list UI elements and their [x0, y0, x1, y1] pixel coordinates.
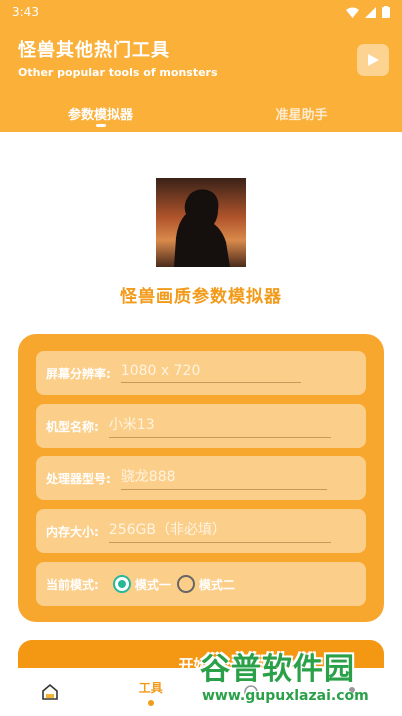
memory-row: 内存大小: 256GB（非必填） [36, 509, 366, 553]
watermark-url: www.gupuxlazai.com [202, 688, 369, 704]
radio-label: 模式二 [198, 577, 235, 592]
tab-param-simulator[interactable]: 参数模拟器 [0, 96, 201, 132]
mode-label: 当前模式: [46, 577, 99, 592]
radio-selected-icon [112, 575, 131, 593]
mode-row: 当前模式: 模式一 模式二 [36, 562, 366, 606]
mode-two-radio[interactable]: 模式二 [176, 575, 235, 593]
mode-one-radio[interactable]: 模式一 [112, 575, 171, 593]
nav-tools[interactable]: 工具 [101, 668, 202, 716]
model-input[interactable]: 小米13 [108, 414, 331, 438]
home-icon [42, 683, 59, 700]
wifi-icon [346, 7, 359, 18]
tab-label: 参数模拟器 [67, 108, 133, 123]
memory-input[interactable]: 256GB（非必填） [108, 519, 331, 543]
app-logo-image [156, 178, 246, 267]
resolution-row: 屏幕分辨率: 1080 x 720 [36, 351, 366, 395]
tab-crosshair-helper[interactable]: 准星助手 [201, 96, 402, 132]
status-time: 3:43 [12, 5, 39, 19]
nav-active-dot [147, 699, 154, 706]
radio-label: 模式一 [134, 577, 171, 592]
resolution-label: 屏幕分辨率: [46, 366, 111, 381]
model-label: 机型名称: [46, 419, 99, 434]
nav-tools-label: 工具 [138, 680, 163, 695]
play-button[interactable] [357, 44, 389, 76]
status-bar: 3:43 [0, 0, 402, 24]
tab-label: 准星助手 [275, 108, 328, 123]
resolution-input[interactable]: 1080 x 720 [120, 363, 301, 383]
watermark: 谷普软件园 www.gupuxlazai.com [200, 644, 402, 710]
memory-label: 内存大小: [46, 524, 99, 539]
processor-input[interactable]: 骁龙888 [120, 466, 327, 490]
page-subtitle: Other popular tools of monsters [18, 66, 218, 79]
header: 怪兽其他热门工具 Other popular tools of monsters… [0, 24, 402, 132]
status-icons [346, 6, 390, 18]
battery-icon [382, 6, 390, 18]
form-card: 屏幕分辨率: 1080 x 720 机型名称: 小米13 处理器型号: 骁龙88… [18, 334, 384, 622]
tab-indicator [95, 124, 106, 127]
nav-home[interactable] [0, 668, 101, 716]
model-row: 机型名称: 小米13 [36, 404, 366, 448]
watermark-title: 谷普软件园 [200, 652, 355, 687]
play-icon [368, 54, 379, 66]
tab-bar: 参数模拟器 准星助手 [0, 96, 402, 132]
signal-icon [365, 6, 376, 18]
radio-unselected-icon [176, 575, 195, 593]
page-title: 怪兽其他热门工具 [18, 40, 170, 61]
app-title: 怪兽画质参数模拟器 [120, 287, 282, 307]
processor-row: 处理器型号: 骁龙888 [36, 456, 366, 500]
processor-label: 处理器型号: [46, 471, 111, 486]
